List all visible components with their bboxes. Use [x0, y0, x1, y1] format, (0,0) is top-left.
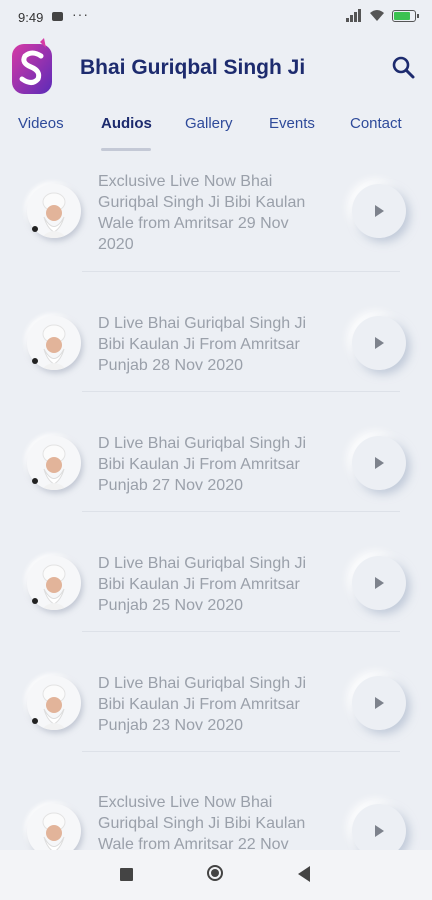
play-icon [375, 577, 384, 589]
tab-bar: Videos Audios Gallery Events Contact [0, 108, 432, 152]
status-dot [32, 718, 38, 724]
search-icon[interactable] [390, 54, 418, 82]
audio-title[interactable]: D Live Bhai Guriqbal Singh Ji Bibi Kaula… [98, 673, 328, 736]
avatar [27, 804, 81, 850]
status-dot [32, 358, 38, 364]
battery-icon [392, 9, 419, 22]
tab-gallery[interactable]: Gallery [185, 115, 233, 132]
audio-title[interactable]: Exclusive Live Now Bhai Guriqbal Singh J… [98, 792, 328, 850]
signal-icon [346, 9, 362, 22]
list-item[interactable]: D Live Bhai Guriqbal Singh Ji Bibi Kaula… [0, 392, 432, 512]
play-button[interactable] [352, 316, 406, 370]
more-notifications-icon: ··· [72, 6, 89, 22]
play-icon [375, 825, 384, 837]
list-item[interactable]: D Live Bhai Guriqbal Singh Ji Bibi Kaula… [0, 272, 432, 392]
back-icon[interactable] [298, 866, 310, 882]
recents-icon[interactable] [120, 868, 133, 881]
play-button[interactable] [352, 676, 406, 730]
list-item[interactable]: D Live Bhai Guriqbal Singh Ji Bibi Kaula… [0, 632, 432, 752]
audio-list[interactable]: Exclusive Live Now Bhai Guriqbal Singh J… [0, 152, 432, 850]
wifi-icon [370, 10, 384, 21]
app-header: Bhai Guriqbal Singh Ji [0, 34, 432, 106]
list-item[interactable]: Exclusive Live Now Bhai Guriqbal Singh J… [0, 152, 432, 272]
list-item[interactable]: D Live Bhai Guriqbal Singh Ji Bibi Kaula… [0, 512, 432, 632]
audio-title[interactable]: D Live Bhai Guriqbal Singh Ji Bibi Kaula… [98, 433, 328, 496]
play-icon [375, 205, 384, 217]
list-item[interactable]: Exclusive Live Now Bhai Guriqbal Singh J… [0, 752, 432, 850]
system-nav-bar [0, 850, 432, 900]
play-button[interactable] [352, 804, 406, 850]
audio-title[interactable]: D Live Bhai Guriqbal Singh Ji Bibi Kaula… [98, 313, 328, 376]
message-icon [52, 12, 63, 21]
tab-events[interactable]: Events [269, 115, 315, 132]
play-icon [375, 457, 384, 469]
status-dot [32, 478, 38, 484]
status-time: 9:49 [18, 10, 44, 25]
play-button[interactable] [352, 184, 406, 238]
tab-audios[interactable]: Audios [101, 115, 152, 132]
audio-title[interactable]: D Live Bhai Guriqbal Singh Ji Bibi Kaula… [98, 553, 328, 616]
app-title: Bhai Guriqbal Singh Ji [80, 56, 306, 79]
tab-videos[interactable]: Videos [18, 115, 64, 132]
play-icon [375, 337, 384, 349]
status-bar: 9:49 ··· [0, 0, 432, 34]
audio-title[interactable]: Exclusive Live Now Bhai Guriqbal Singh J… [98, 171, 328, 255]
active-tab-indicator [101, 148, 151, 151]
tab-contact[interactable]: Contact [350, 115, 402, 132]
app-logo-s-icon [12, 38, 52, 94]
status-dot [32, 598, 38, 604]
play-icon [375, 697, 384, 709]
play-button[interactable] [352, 556, 406, 610]
home-icon[interactable] [207, 865, 223, 881]
status-dot [32, 226, 38, 232]
play-button[interactable] [352, 436, 406, 490]
